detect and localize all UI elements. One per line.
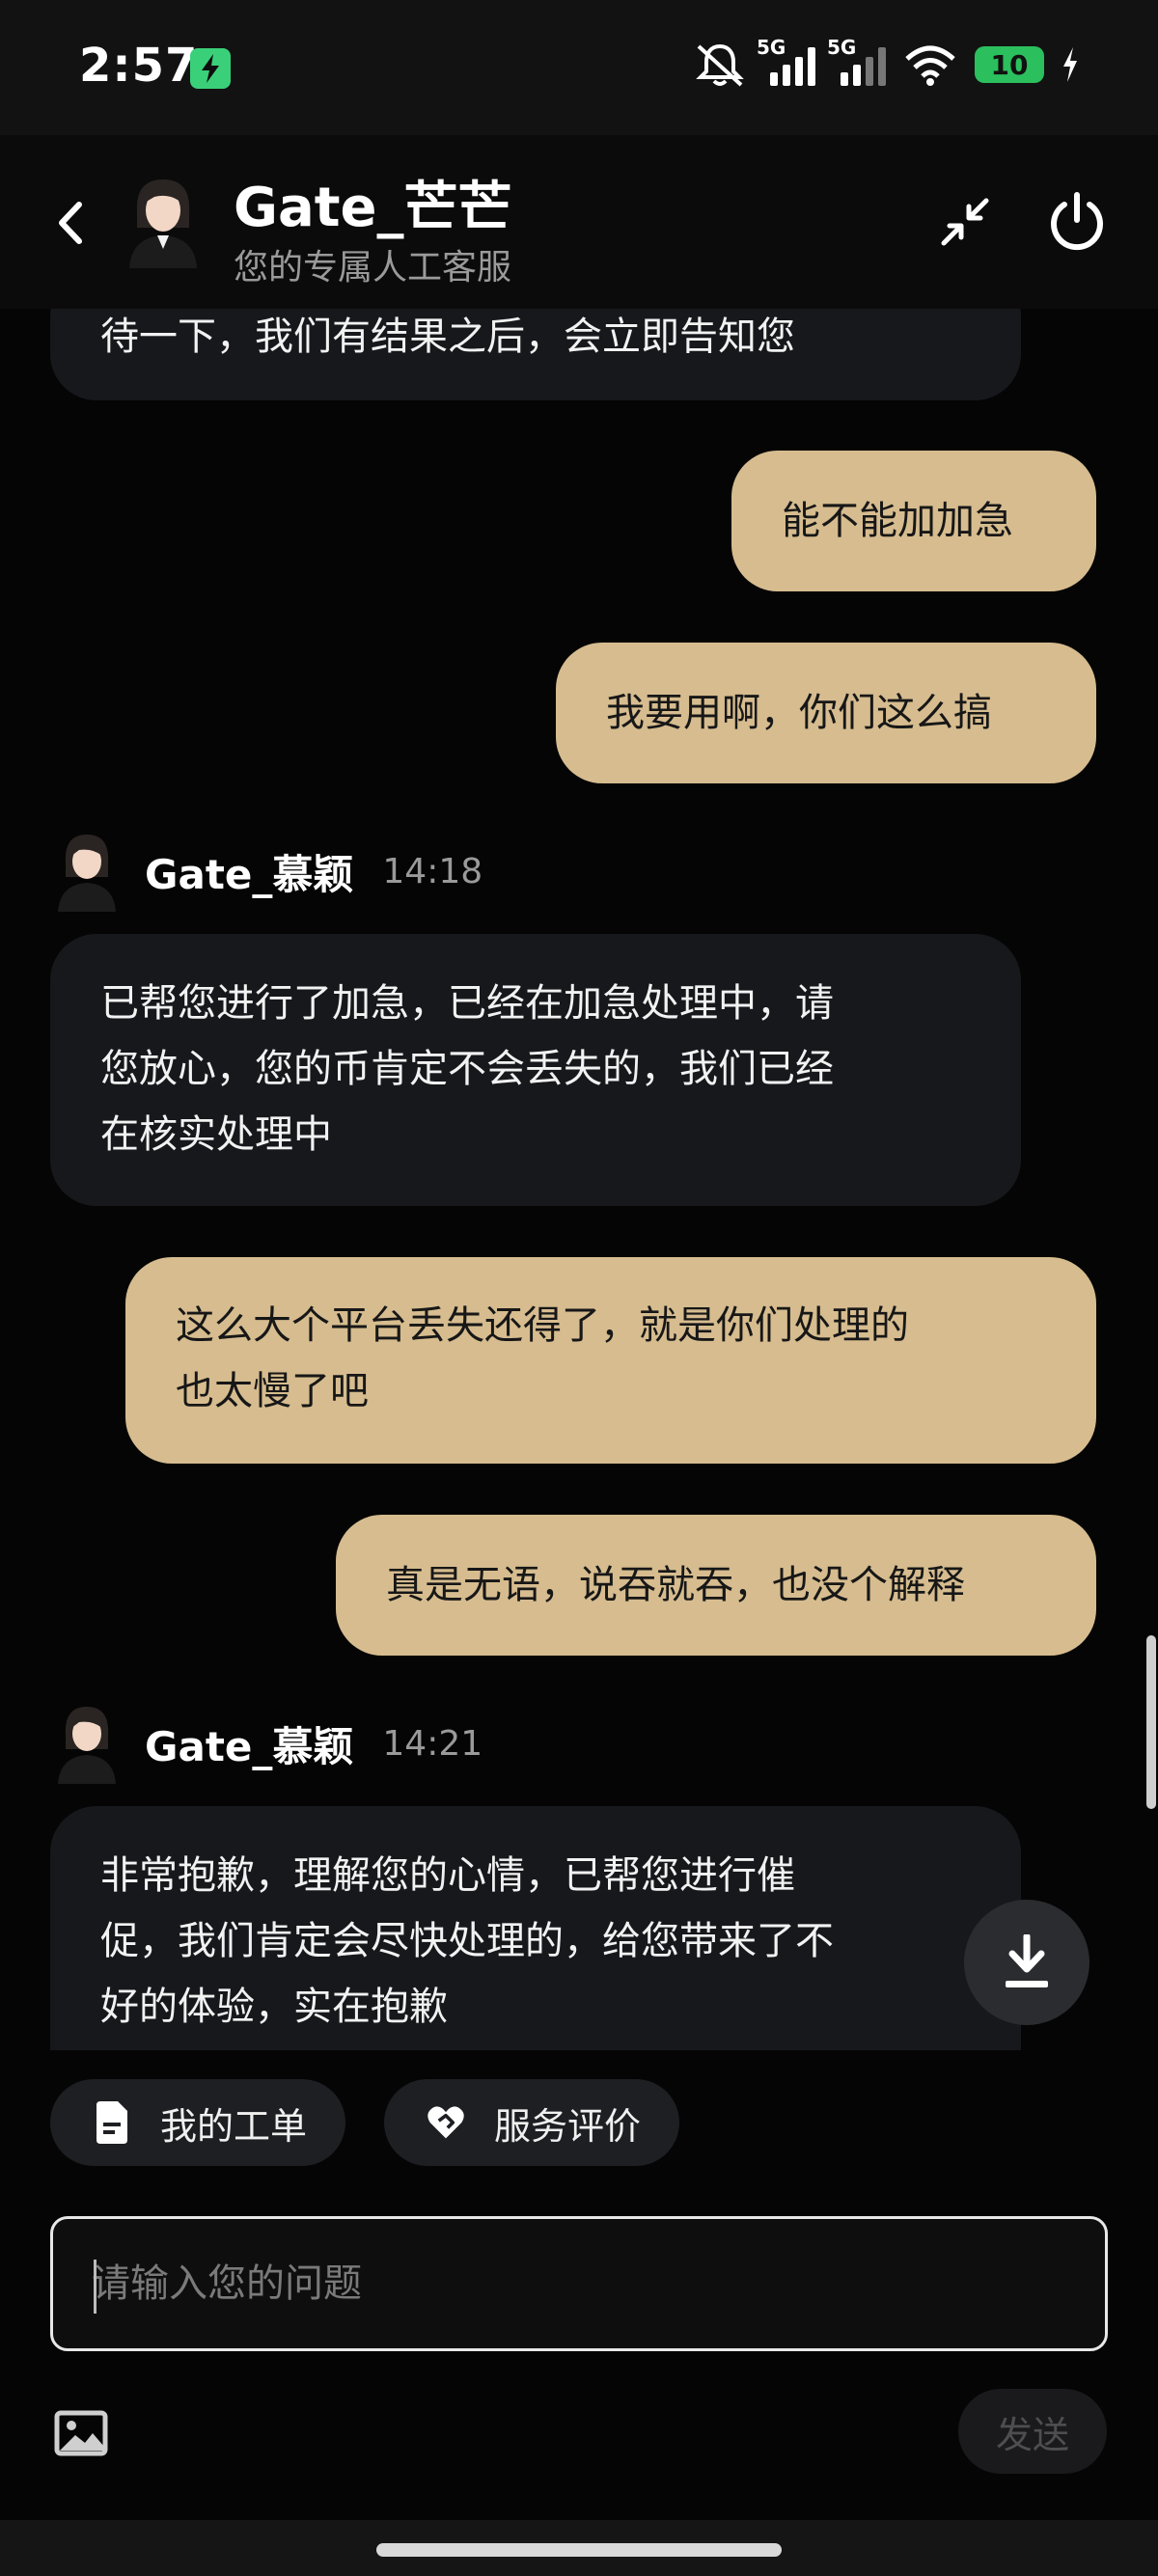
document-icon [96,2101,127,2144]
message-line: 您放心，您的币肯定不会丢失的，我们已经 [100,1047,834,1091]
power-icon[interactable] [1047,191,1107,251]
charging-icon [1063,47,1077,82]
user-message: 能不能加加急 [731,451,1096,591]
agent-message: 已帮您进行了加急，已经在加急处理中，请 您放心，您的币肯定不会丢失的，我们已经 … [50,934,1021,1206]
my-tickets-label: 我的工单 [160,2104,308,2148]
message-line: 非常抱歉，理解您的心情，已帮您进行催 [100,1853,795,1898]
wifi-icon [905,45,955,86]
status-bar: 2:57 5G 5G 10 [0,0,1158,135]
message-line: 好的体验，实在抱歉 [100,1985,448,2029]
status-icons: 5G 5G 10 [695,36,1079,87]
service-rating-button[interactable]: 服务评价 [384,2079,680,2166]
battery-icon: 10 [975,46,1044,83]
user-message: 真是无语，说吞就吞，也没个解释 [336,1515,1096,1656]
cell-signal-icon: 5G [757,36,815,86]
home-indicator[interactable] [376,2543,782,2557]
user-message: 我要用啊，你们这么搞 [556,643,1096,783]
status-time: 2:57 [79,39,199,93]
network-type-label: 5G [757,36,786,59]
message-line: 已帮您进行了加急，已经在加急处理中，请 [100,981,834,1026]
agent-message: 待一下，我们有结果之后，会立即告知您 [50,309,1021,400]
agent-meta: Gate_慕颖 14:21 [56,1702,482,1785]
agent-avatar [129,179,197,268]
message-line: 促，我们肯定会尽快处理的，给您带来了不 [100,1919,834,1963]
service-rating-label: 服务评价 [494,2104,642,2148]
message-line: 待一下，我们有结果之后，会立即告知您 [100,315,795,359]
agent-avatar-small [58,835,116,912]
agent-message: 非常抱歉，理解您的心情，已帮您进行催 促，我们肯定会尽快处理的，给您带来了不 好… [50,1806,1021,2050]
cell-signal-icon-2: 5G [827,36,886,86]
send-button[interactable]: 发送 [958,2389,1107,2474]
scroll-to-bottom-button[interactable] [964,1900,1089,2025]
message-line: 真是无语，说吞就吞，也没个解释 [386,1563,965,1607]
agent-name: Gate_慕颖 [145,1722,354,1770]
minimize-icon[interactable] [938,195,992,249]
user-message: 这么大个平台丢失还得了，就是你们处理的 也太慢了吧 [125,1257,1096,1464]
message-line: 这么大个平台丢失还得了，就是你们处理的 [176,1303,909,1348]
chat-title: Gate_芒芒 [234,177,512,239]
text-cursor [94,2260,96,2314]
chat-header: Gate_芒芒 您的专属人工客服 [0,135,1158,309]
my-tickets-button[interactable]: 我的工单 [50,2079,346,2166]
message-line: 能不能加加急 [782,499,1013,543]
battery-level: 10 [990,48,1029,81]
agent-avatar-small [58,1707,116,1784]
mute-bell-icon [696,43,744,87]
message-input-box[interactable] [50,2216,1108,2351]
message-line: 在核实处理中 [100,1112,332,1157]
chat-subtitle: 您的专属人工客服 [234,248,512,288]
image-upload-icon[interactable] [54,2410,108,2456]
network-type-label-2: 5G [827,36,857,59]
message-input[interactable] [53,2219,1105,2348]
message-timestamp: 14:18 [382,851,483,891]
agent-name: Gate_慕颖 [145,850,354,898]
quick-actions: 我的工单 服务评价 [50,2079,680,2166]
message-line: 我要用啊，你们这么搞 [606,691,992,735]
message-line: 也太慢了吧 [176,1369,369,1413]
scrollbar[interactable] [1146,1635,1156,1809]
heart-handshake-icon [427,2106,464,2139]
download-icon [1006,1934,1048,1987]
message-list[interactable]: 待一下，我们有结果之后，会立即告知您 能不能加加急 我要用啊，你们这么搞 Gat… [0,309,1158,2050]
charging-app-icon [190,48,231,89]
agent-meta: Gate_慕颖 14:18 [56,830,482,913]
message-timestamp: 14:21 [382,1723,483,1764]
back-arrow-icon[interactable] [50,199,89,247]
